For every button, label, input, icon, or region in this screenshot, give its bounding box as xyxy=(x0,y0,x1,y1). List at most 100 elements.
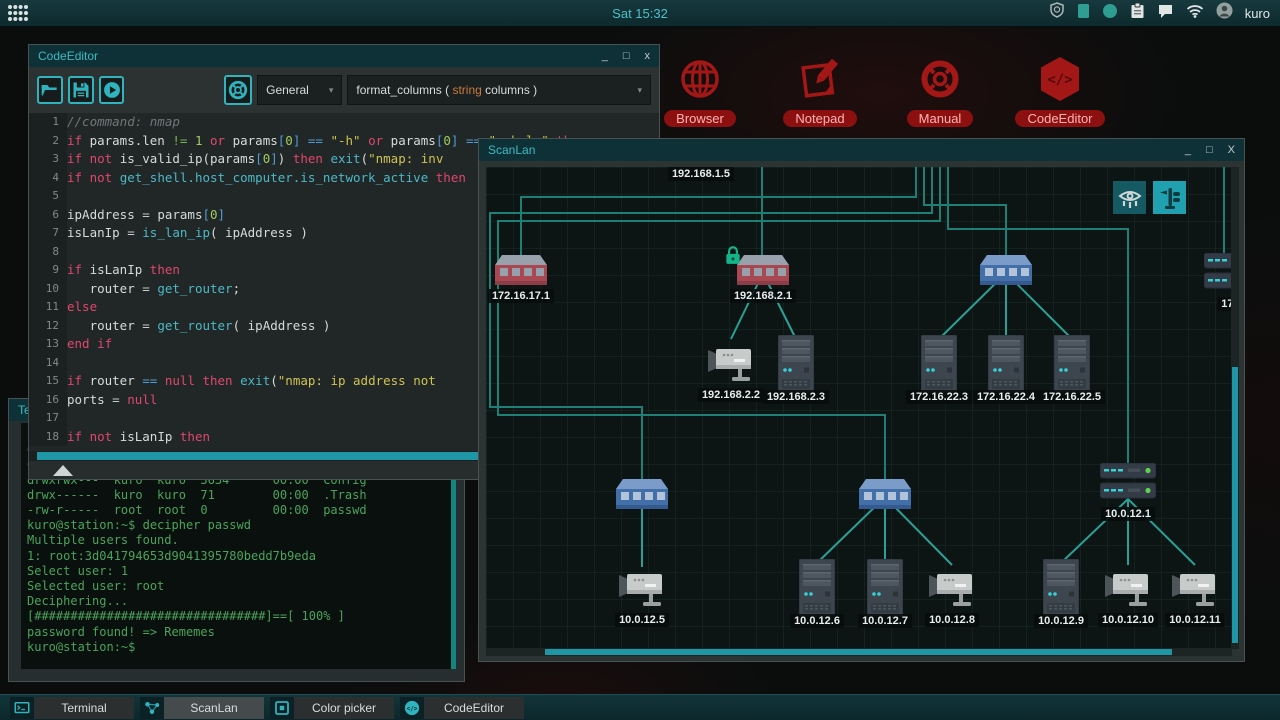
circle-indicator-icon[interactable] xyxy=(1102,3,1118,24)
code-editor-title: CodeEditor xyxy=(38,49,98,63)
terminal-line: drwx------ kuro kuro 71 00:00 .Trash xyxy=(27,488,450,503)
desktop-icon-browser[interactable]: Browser xyxy=(645,52,755,127)
device-ip-label: 10.0.12.10 xyxy=(1098,613,1158,627)
device-ip-label: 172.16.17.1 xyxy=(488,289,554,303)
username[interactable]: kuro xyxy=(1245,6,1270,21)
device-10.0.12.6[interactable] xyxy=(799,559,835,617)
device-172.16.17.1[interactable] xyxy=(495,255,547,285)
taskbar-item-terminal[interactable]: Terminal xyxy=(10,697,134,719)
device-ip-label: 10.0.12.1 xyxy=(1101,507,1155,521)
manual-button[interactable] xyxy=(224,75,252,105)
map-vscrollbar[interactable] xyxy=(1231,167,1239,649)
notepad-icon xyxy=(792,52,848,108)
chat-icon[interactable] xyxy=(1157,3,1174,24)
device-ip-label: 192.168.2.3 xyxy=(763,390,829,404)
minimize-button[interactable]: _ xyxy=(1185,139,1191,161)
colorpicker-sm-icon xyxy=(270,697,294,719)
taskbar-item-scanlan[interactable]: ScanLan xyxy=(140,697,264,719)
desktop-icon-label: CodeEditor xyxy=(1015,110,1104,127)
desktop-icons: Browser Notepad Manual CodeEditor xyxy=(645,52,1115,127)
category-value: General xyxy=(266,83,309,97)
device-switch-blue[interactable] xyxy=(616,479,668,509)
device-ip-label: 192.168.2.2 xyxy=(698,388,764,402)
hexcode-icon xyxy=(1032,52,1088,108)
terminal-line: [################################]==[ 10… xyxy=(27,609,450,624)
terminal-sm-icon xyxy=(10,697,34,719)
terminal-line: Selected user: root xyxy=(27,579,450,594)
maximize-button[interactable]: □ xyxy=(1206,139,1213,161)
terminal-line: password found! => Rememes xyxy=(27,625,450,640)
function-select[interactable]: format_columns ( string columns ) ▾ xyxy=(347,75,651,105)
device-172.16.22.4[interactable] xyxy=(988,335,1024,393)
run-script-button[interactable] xyxy=(99,76,125,104)
clipboard-icon[interactable] xyxy=(1130,2,1145,24)
device-ip-label: 192.168.2.1 xyxy=(730,289,796,303)
terminal-line: kuro@station:~$ xyxy=(27,640,450,655)
desktop-icon-label: Notepad xyxy=(783,110,856,127)
code-sm-icon xyxy=(400,697,424,719)
expand-up-arrow[interactable] xyxy=(53,465,73,476)
taskbar-item-label: Terminal xyxy=(34,697,134,719)
device-ip-label: 192.168.1.5 xyxy=(668,167,734,181)
desktop-icon-manual[interactable]: Manual xyxy=(885,52,995,127)
minimize-button[interactable]: _ xyxy=(602,45,608,67)
device-172.16.22.3[interactable] xyxy=(921,335,957,393)
probe-bot-button[interactable] xyxy=(1113,181,1146,214)
terminal-line: kuro@station:~$ decipher passwd xyxy=(27,518,450,533)
map-hscrollbar[interactable] xyxy=(486,648,1232,656)
save-file-button[interactable] xyxy=(68,76,94,104)
taskbar-item-label: ScanLan xyxy=(164,697,264,719)
network-tree-button[interactable] xyxy=(1153,181,1186,214)
top-bar: Sat 15:32 kuro xyxy=(0,0,1280,27)
code-editor-titlebar[interactable]: CodeEditor _ □ x xyxy=(29,45,659,67)
wifi-icon[interactable] xyxy=(1186,4,1204,23)
device-ip-label: 10.0.12.7 xyxy=(858,614,912,628)
taskbar-item-codeeditor[interactable]: CodeEditor xyxy=(400,697,524,719)
device-10.0.12.10[interactable] xyxy=(1105,563,1151,607)
device-ip-label: 10.0.12.5 xyxy=(615,613,669,627)
code-line: 1//command: nmap xyxy=(29,113,659,132)
device-172.[interactable] xyxy=(1204,253,1232,289)
terminal-line: Deciphering... xyxy=(27,594,450,609)
device-10.0.12.1[interactable] xyxy=(1100,463,1156,499)
device-ip-label: 172.16.22.3 xyxy=(906,390,972,404)
device-ip-label: 10.0.12.11 xyxy=(1165,613,1224,627)
close-button[interactable]: X xyxy=(1228,139,1235,161)
avatar[interactable] xyxy=(1216,2,1233,24)
device-ip-label: 172.16.22.4 xyxy=(973,390,1039,404)
desktop-icon-label: Manual xyxy=(907,110,974,127)
category-select[interactable]: General ▾ xyxy=(257,75,342,105)
scanlan-sm-icon xyxy=(140,697,164,719)
maximize-button[interactable]: □ xyxy=(623,45,630,67)
device-192.168.2.2[interactable] xyxy=(708,338,754,382)
desktop-icon-codeeditor[interactable]: CodeEditor xyxy=(1005,52,1115,127)
close-button[interactable]: x xyxy=(645,45,651,67)
device-ip-label: 172.16.22.5 xyxy=(1039,390,1105,404)
device-10.0.12.7[interactable] xyxy=(867,559,903,617)
device-172.16.22.5[interactable] xyxy=(1054,335,1090,393)
square-indicator-icon[interactable] xyxy=(1077,3,1090,24)
terminal-line: Multiple users found. xyxy=(27,533,450,548)
shield-icon[interactable] xyxy=(1049,2,1065,24)
device-192.168.2.3[interactable] xyxy=(778,335,814,393)
open-file-button[interactable] xyxy=(37,76,63,104)
ring-icon xyxy=(912,52,968,108)
taskbar-item-label: CodeEditor xyxy=(424,697,524,719)
device-10.0.12.9[interactable] xyxy=(1043,559,1079,617)
scanlan-titlebar[interactable]: ScanLan _ □ X xyxy=(479,139,1244,161)
code-editor-toolbar: General ▾ format_columns ( string column… xyxy=(29,67,659,113)
chevron-down-icon: ▾ xyxy=(629,85,642,96)
lock-icon xyxy=(725,245,741,265)
device-192.168.2.1[interactable] xyxy=(737,255,789,285)
function-signature: format_columns ( string columns ) xyxy=(356,83,537,97)
desktop-icon-notepad[interactable]: Notepad xyxy=(765,52,875,127)
network-map[interactable]: 192.168.1.5172.16.17.1192.168.2.1172.192… xyxy=(486,167,1232,649)
device-10.0.12.8[interactable] xyxy=(929,563,975,607)
device-10.0.12.5[interactable] xyxy=(619,563,665,607)
chevron-down-icon: ▾ xyxy=(321,85,334,96)
scanlan-window: ScanLan _ □ X 192.168.1.5 172.16.17.1 192.… xyxy=(478,138,1245,662)
device-switch-blue[interactable] xyxy=(859,479,911,509)
device-10.0.12.11[interactable] xyxy=(1172,563,1218,607)
taskbar-item-color-picker[interactable]: Color picker xyxy=(270,697,394,719)
device-switch-blue[interactable] xyxy=(980,255,1032,285)
